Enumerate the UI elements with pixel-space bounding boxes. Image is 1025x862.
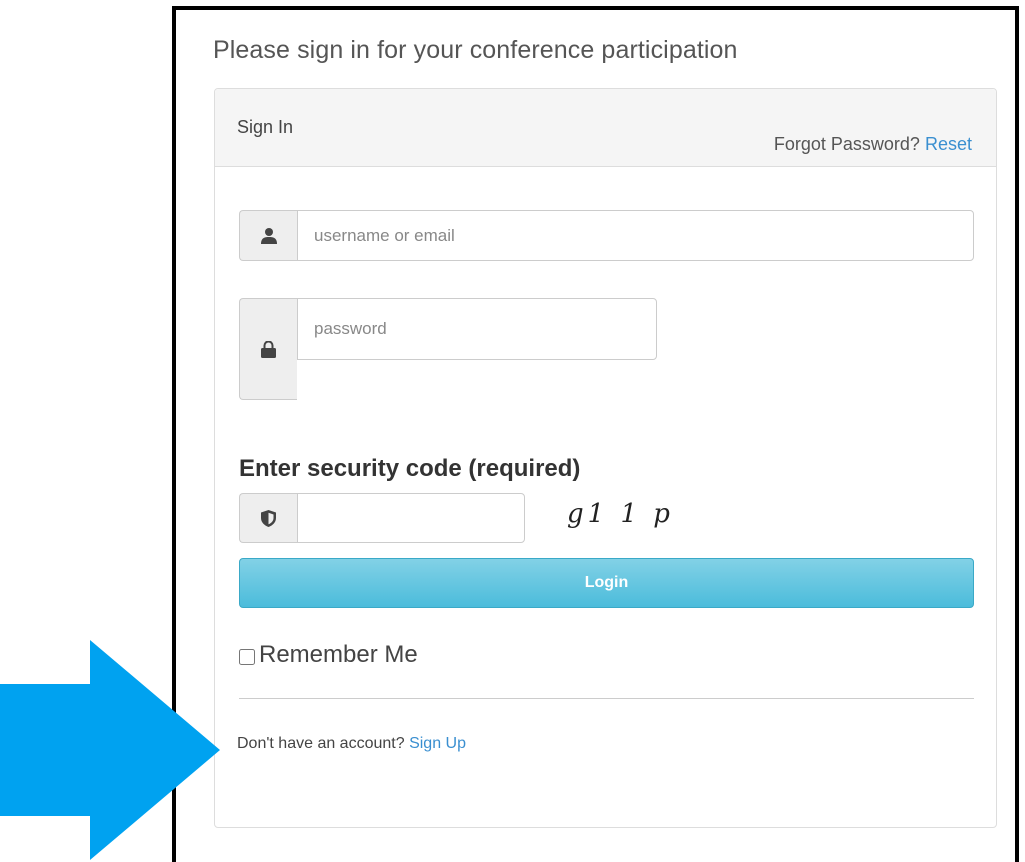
security-code-input[interactable] <box>297 493 525 543</box>
forgot-password-text: Forgot Password? <box>773 134 920 154</box>
remember-me-checkbox[interactable] <box>239 649 255 665</box>
page: Please sign in for your conference parti… <box>0 0 1025 862</box>
page-title: Please sign in for your conference parti… <box>213 36 738 64</box>
panel-title: Sign In <box>237 117 294 137</box>
security-code-label: Enter security code (required) <box>239 455 581 482</box>
username-group <box>239 210 974 261</box>
signup-prompt: Don't have an account? Sign Up <box>237 735 466 753</box>
username-input[interactable] <box>297 210 974 261</box>
arrow-right-icon <box>0 640 220 860</box>
sign-in-panel: Sign In Forgot Password? Reset username … <box>214 88 997 828</box>
password-input[interactable] <box>297 298 657 360</box>
forgot-password: Forgot Password? Reset <box>774 134 972 155</box>
panel-heading: Sign In Forgot Password? Reset <box>215 89 996 167</box>
security-code-group <box>239 493 525 543</box>
captcha-image: g1 1 p <box>567 499 674 529</box>
shield-icon <box>239 493 297 543</box>
lock-icon <box>239 298 297 400</box>
user-icon <box>239 210 297 261</box>
remember-me[interactable]: Remember Me <box>239 641 418 669</box>
remember-me-label: Remember Me <box>259 641 418 668</box>
login-button[interactable]: Login <box>239 558 974 608</box>
divider <box>239 698 974 699</box>
password-group <box>239 298 657 400</box>
arrow-shape <box>0 640 220 860</box>
reset-link[interactable]: Reset <box>925 134 972 154</box>
signup-text: Don't have an account? <box>237 735 405 752</box>
sign-up-link[interactable]: Sign Up <box>409 735 466 752</box>
